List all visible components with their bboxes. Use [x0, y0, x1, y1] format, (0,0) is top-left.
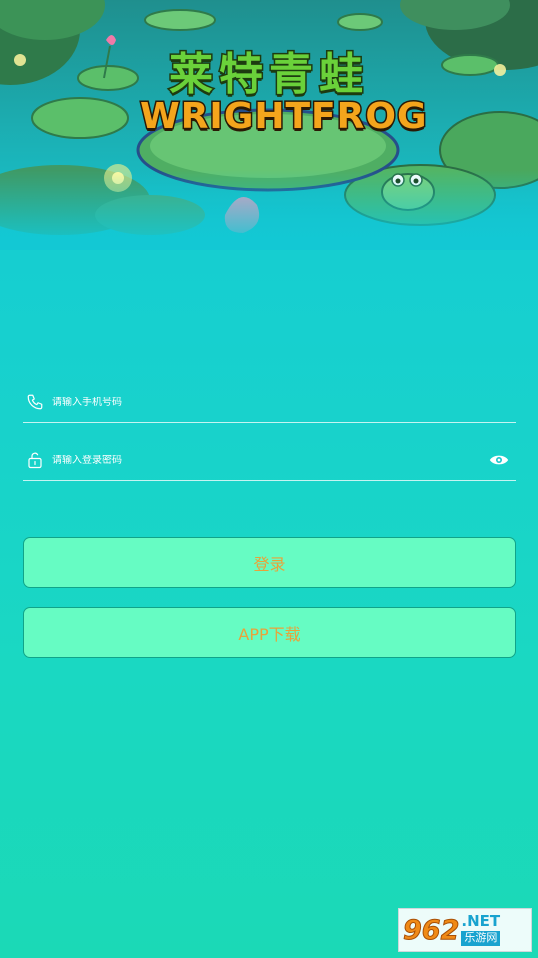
password-field — [23, 440, 516, 481]
watermark-net: .NET — [461, 912, 501, 931]
logo-chinese-title: 莱特青蛙 — [168, 48, 369, 102]
lock-icon — [25, 450, 45, 470]
watermark-number: 962 — [402, 914, 460, 946]
eye-icon[interactable] — [488, 449, 510, 471]
phone-icon — [25, 392, 45, 412]
header-banner: 莱特青蛙 WRIGHTFROG — [0, 0, 538, 250]
watermark-logo: 962 .NET 乐游网 — [398, 908, 532, 952]
watermark-site-name: 乐游网 — [461, 931, 501, 946]
login-button[interactable]: 登录 — [23, 537, 516, 588]
password-input[interactable] — [52, 454, 488, 466]
phone-input[interactable] — [52, 396, 516, 408]
app-download-button[interactable]: APP下载 — [23, 607, 516, 658]
logo-english-title: WRIGHTFROG — [139, 95, 429, 139]
phone-field — [23, 382, 516, 423]
